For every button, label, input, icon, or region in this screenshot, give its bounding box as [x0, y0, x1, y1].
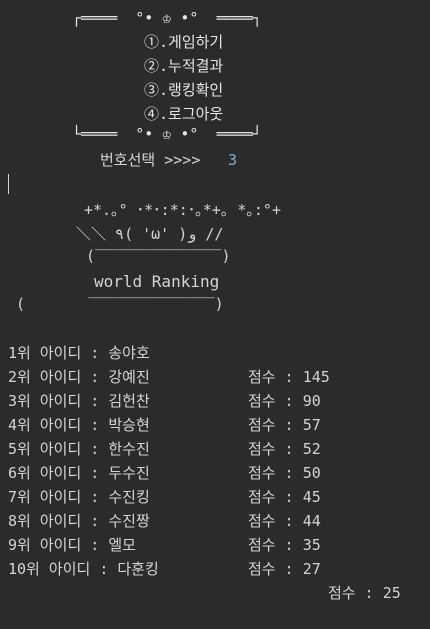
- prompt-value: 3: [228, 151, 238, 169]
- ranking-row-1: 1위 아이디 : 송야호 점수 : 145: [8, 317, 428, 386]
- art-face: ＼＼ ٩( 'ω' )و //: [76, 225, 224, 243]
- art-bracket-bottom: ( ‾‾‾‾‾‾‾‾‾‾‾‾‾‾): [16, 295, 224, 313]
- ranking-row-8: 8위 아이디 : 수진짱 점수 : 35: [8, 485, 428, 554]
- menu-item-ranking: ③.랭킹확인: [144, 81, 224, 99]
- ranking-row-7: 7위 아이디 : 수진킹 점수 : 44: [8, 461, 428, 530]
- ranking-row-4: 4위 아이디 : 박승현 점수 : 52: [8, 389, 428, 458]
- ranking-row-3: 3위 아이디 : 김헌찬 점수 : 57: [8, 365, 428, 434]
- rank-score: 점수 : 27: [248, 560, 321, 578]
- prompt-label: 번호선택 >>>>: [100, 151, 201, 169]
- banner-top: ┌════ °• ♔ •° ════┐: [72, 9, 262, 27]
- rank-score: 점수 : 25: [328, 584, 401, 602]
- banner-bottom: └════ °• ♔ •° ════┘: [72, 125, 262, 143]
- art-bracket-top: (‾‾‾‾‾‾‾‾‾‾‾‾‾‾): [86, 247, 231, 265]
- ranking-row-9: 9위 아이디 : 엘모 점수 : 27: [8, 509, 428, 578]
- ranking-row-5: 5위 아이디 : 한수진 점수 : 50: [8, 413, 428, 482]
- ranking-row-10: 10위 아이디 : 다훈킹 점수 : 25: [8, 533, 428, 602]
- console-window: ┌════ °• ♔ •° ════┐ ①.게임하기 ②.누적결과 ③.랭킹확인…: [0, 0, 430, 602]
- ranking-title: world Ranking: [94, 272, 220, 291]
- menu-item-play: ①.게임하기: [144, 33, 224, 51]
- ranking-row-6: 6위 아이디 : 두수진 점수 : 45: [8, 437, 428, 506]
- art-sparkles: +*.｡° ･*･:*:･｡*+｡ *｡:°+: [84, 201, 281, 219]
- menu-item-results: ②.누적결과: [144, 57, 224, 75]
- rank-entry: 10위 아이디 : 다훈킹: [8, 560, 159, 578]
- text-cursor[interactable]: [8, 174, 9, 194]
- ranking-row-2: 2위 아이디 : 강예진 점수 : 90: [8, 341, 428, 410]
